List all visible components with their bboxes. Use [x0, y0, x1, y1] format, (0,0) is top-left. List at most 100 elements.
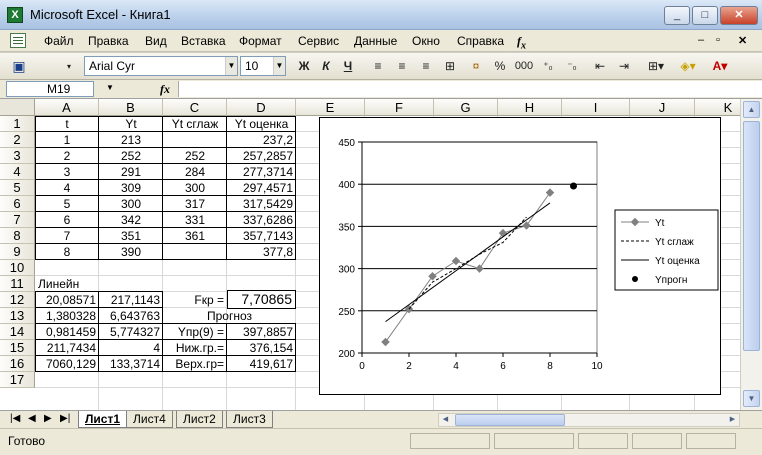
scroll-up-icon[interactable]: ▲ — [743, 101, 760, 118]
linest-cell[interactable]: 211,7434 — [35, 340, 99, 356]
row-header[interactable]: 11 — [0, 276, 35, 292]
tab-sheet3[interactable]: Лист3 — [226, 411, 273, 428]
cell-t[interactable]: 1 — [35, 132, 99, 148]
align-left-icon[interactable]: ≡ — [368, 57, 388, 76]
menu-window[interactable]: Окно — [412, 34, 440, 48]
row-header[interactable]: 10 — [0, 260, 35, 276]
row-header[interactable]: 12 — [0, 292, 35, 308]
percent-button[interactable]: % — [490, 57, 510, 76]
formula-input[interactable] — [178, 81, 762, 97]
forecast-low-label[interactable]: Ниж.гр.= — [163, 340, 227, 356]
row-header[interactable]: 4 — [0, 164, 35, 180]
fkr-value[interactable]: 7,70865 — [227, 290, 296, 309]
increase-decimal-icon[interactable]: ⁺₀ — [538, 57, 558, 76]
bold-button[interactable]: Ж — [294, 57, 314, 76]
cell-t[interactable]: 4 — [35, 180, 99, 196]
cell-yt-estimate[interactable]: 337,6286 — [227, 212, 296, 228]
forecast-label[interactable]: Прогноз — [163, 308, 296, 324]
cell-t[interactable]: 7 — [35, 228, 99, 244]
horizontal-scrollbar[interactable]: ◀ ▶ — [438, 413, 740, 427]
cell-yt-estimate[interactable]: 237,2 — [227, 132, 296, 148]
linest-cell[interactable]: 1,380328 — [35, 308, 99, 324]
cell-yt-smooth[interactable]: 284 — [163, 164, 227, 180]
merge-center-icon[interactable]: ⊞ — [440, 57, 460, 76]
cell-yt-smooth[interactable]: 331 — [163, 212, 227, 228]
cell-yt[interactable]: 252 — [99, 148, 163, 164]
cell-yt-estimate[interactable]: 257,2857 — [227, 148, 296, 164]
column-header[interactable]: F — [365, 99, 434, 116]
menu-data[interactable]: Данные — [354, 34, 397, 48]
linest-cell[interactable]: 133,3714 — [99, 356, 163, 372]
cell-yt-estimate[interactable]: 357,7143 — [227, 228, 296, 244]
row-header[interactable]: 1 — [0, 116, 35, 132]
row-header[interactable]: 17 — [0, 372, 35, 388]
menu-view[interactable]: Вид — [145, 34, 167, 48]
horizontal-scroll-thumb[interactable] — [455, 414, 565, 426]
column-header[interactable]: B — [99, 99, 163, 116]
decrease-decimal-icon[interactable]: ⁻₀ — [562, 57, 582, 76]
header-cell-yt-smooth[interactable]: Yt сглаж — [163, 116, 227, 132]
doc-minimize-icon[interactable]: – — [698, 34, 704, 46]
align-right-icon[interactable]: ≡ — [416, 57, 436, 76]
column-header[interactable]: G — [434, 99, 498, 116]
doc-close-icon[interactable]: ✕ — [738, 34, 747, 47]
column-header[interactable]: H — [498, 99, 562, 116]
linest-cell[interactable]: 217,1143 — [99, 292, 163, 308]
chart-object[interactable]: 200 250 300 350 400 450 0 2 4 6 8 10 Yt Yt сглаж Yt оц… — [319, 117, 721, 395]
vertical-scrollbar[interactable]: ▲ ▼ — [740, 99, 762, 410]
linest-cell[interactable]: 6,643763 — [99, 308, 163, 324]
font-size-select[interactable]: 10 ▼ — [240, 56, 286, 76]
next-sheet-icon[interactable]: ▶ — [44, 413, 52, 424]
cell-yt[interactable]: 342 — [99, 212, 163, 228]
tab-sheet4[interactable]: Лист4 — [126, 411, 173, 428]
row-header[interactable]: 5 — [0, 180, 35, 196]
excel-app-icon[interactable]: X — [7, 7, 23, 23]
cell-t[interactable]: 2 — [35, 148, 99, 164]
cell-t[interactable]: 3 — [35, 164, 99, 180]
row-header[interactable]: 9 — [0, 244, 35, 260]
forecast-high-label[interactable]: Верх.гр= — [163, 356, 227, 372]
vertical-scroll-thumb[interactable] — [743, 121, 760, 351]
scroll-down-icon[interactable]: ▼ — [743, 390, 760, 407]
linest-cell[interactable]: 4 — [99, 340, 163, 356]
cell-yt-estimate[interactable]: 377,8 — [227, 244, 296, 260]
plot-area[interactable] — [361, 141, 598, 354]
row-header[interactable]: 13 — [0, 308, 35, 324]
row-header[interactable]: 14 — [0, 324, 35, 340]
forecast-point[interactable] — [570, 182, 577, 190]
menu-help[interactable]: Справка — [457, 34, 504, 48]
fill-color-icon[interactable]: ◈▾ — [674, 57, 702, 76]
first-sheet-icon[interactable]: |◀ — [10, 413, 20, 424]
cell-t[interactable]: 5 — [35, 196, 99, 212]
doc-restore-icon[interactable]: ▫ — [716, 34, 720, 46]
forecast-low-value[interactable]: 376,154 — [227, 340, 296, 356]
linest-cell[interactable]: 5,774327 — [99, 324, 163, 340]
column-header[interactable]: I — [562, 99, 630, 116]
menu-format[interactable]: Формат — [239, 34, 282, 48]
forecast-high-value[interactable]: 419,617 — [227, 356, 296, 372]
insert-function-icon[interactable]: fx — [160, 82, 170, 97]
cell-yt[interactable]: 213 — [99, 132, 163, 148]
workbook-icon[interactable] — [10, 33, 26, 48]
cell-yt-smooth[interactable]: 300 — [163, 180, 227, 196]
header-cell-t[interactable]: t — [35, 116, 99, 132]
menu-edit[interactable]: Правка — [88, 34, 129, 48]
menu-insert[interactable]: Вставка — [181, 34, 226, 48]
cell-yt-estimate[interactable]: 277,3714 — [227, 164, 296, 180]
thousands-button[interactable]: 000 — [512, 57, 536, 76]
cell-t[interactable]: 8 — [35, 244, 99, 260]
linest-label[interactable]: Линейн — [35, 276, 155, 292]
cell-yt-smooth[interactable] — [163, 244, 227, 260]
font-name-select[interactable]: Arial Cyr ▼ — [84, 56, 238, 76]
name-box-dropdown-icon[interactable]: ▼ — [106, 83, 114, 92]
cell-yt-smooth[interactable] — [163, 132, 227, 148]
name-box[interactable]: M19 — [6, 81, 94, 97]
fkr-label[interactable]: Fкр = — [163, 292, 227, 308]
cell-yt-smooth[interactable]: 252 — [163, 148, 227, 164]
italic-button[interactable]: К — [316, 57, 336, 76]
cell-yt-estimate[interactable]: 317,5429 — [227, 196, 296, 212]
row-header[interactable]: 15 — [0, 340, 35, 356]
column-header[interactable]: E — [296, 99, 365, 116]
cell-yt[interactable]: 390 — [99, 244, 163, 260]
cell-yt-estimate[interactable]: 297,4571 — [227, 180, 296, 196]
